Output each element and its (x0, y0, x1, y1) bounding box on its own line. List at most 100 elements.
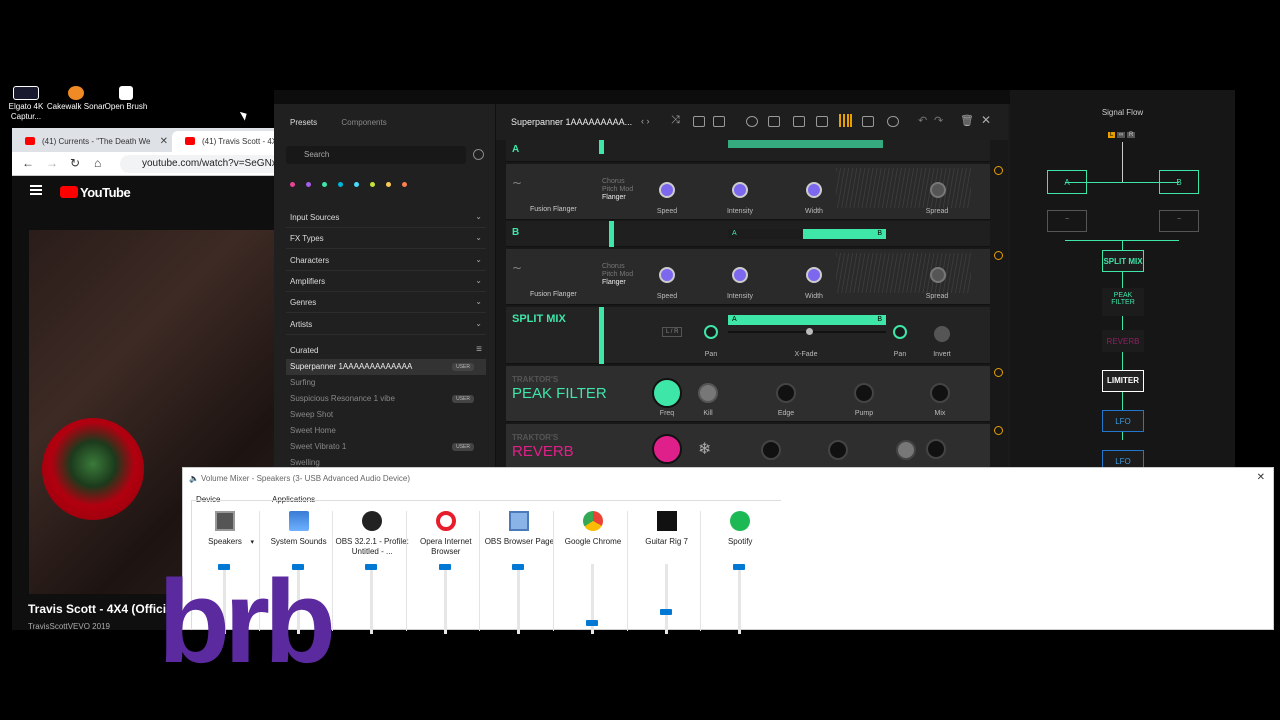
library-category-genres[interactable]: Genres ⌄ (286, 292, 486, 314)
slider-thumb[interactable] (512, 564, 525, 570)
edge-knob[interactable] (776, 383, 796, 403)
link-icon[interactable] (887, 116, 899, 127)
save-icon[interactable] (693, 116, 705, 127)
shuffle-icon[interactable]: ⤨ (671, 114, 680, 127)
flow-node-peak-filter[interactable]: PEAK FILTER (1102, 288, 1144, 316)
redo-icon[interactable]: ↷ (934, 114, 943, 127)
user-icon[interactable] (473, 149, 484, 160)
color-tag-dot[interactable] (306, 182, 311, 187)
reverb-main-knob[interactable] (652, 434, 682, 464)
reload-icon[interactable]: ↻ (70, 156, 80, 170)
library-category-artists[interactable]: Artists ⌄ (286, 314, 486, 335)
volume-slider[interactable] (659, 564, 672, 634)
snapshot-icon[interactable] (746, 116, 758, 127)
youtube-logo[interactable]: YouTube (60, 185, 131, 200)
desktop-icon-openbrush[interactable]: Open Brush (96, 86, 156, 112)
collapse-icon[interactable]: ✕ (981, 113, 991, 127)
lr-button[interactable]: L / R (662, 327, 683, 337)
slider-thumb[interactable] (586, 620, 598, 626)
power-icon[interactable] (994, 251, 1003, 260)
freq-knob[interactable] (652, 378, 682, 408)
preset-list-item[interactable]: Sweet Vibrato 1 USER (286, 439, 486, 455)
flow-node-a[interactable]: A (1047, 170, 1087, 194)
color-tag-dot[interactable] (354, 182, 359, 187)
volume-slider[interactable] (586, 564, 598, 634)
xfade-ab-bar[interactable]: A B (728, 315, 886, 325)
flow-node-flanger-b[interactable]: ~ (1159, 210, 1199, 232)
tape-icon[interactable] (768, 116, 780, 127)
preset-list-item[interactable]: Sweep Shot (286, 407, 486, 423)
freeze-icon[interactable]: ❄ (698, 439, 711, 459)
metronome-icon[interactable] (816, 116, 828, 127)
pan-b-knob[interactable] (893, 325, 907, 339)
url-input[interactable]: youtube.com/watch?v=SeGNxg (120, 155, 280, 173)
tab-components[interactable]: Components (341, 118, 386, 127)
preset-list-item[interactable]: Suspicious Resonance 1 vibe USER (286, 391, 486, 407)
slider-thumb[interactable] (733, 564, 746, 570)
volume-slider[interactable] (733, 564, 746, 634)
back-icon[interactable]: ← (22, 156, 34, 170)
slider-thumb[interactable] (659, 609, 672, 615)
close-icon[interactable]: ✕ (1257, 472, 1265, 483)
flanger-mode-option[interactable]: Flanger (602, 194, 626, 201)
library-category-amplifiers[interactable]: Amplifiers ⌄ (286, 271, 486, 292)
flanger-intensity-knob[interactable] (732, 182, 748, 198)
color-tag-dot[interactable] (338, 182, 343, 187)
flanger-mode-option[interactable]: Pitch Mod (602, 271, 633, 278)
library-category-input-sources[interactable]: Input Sources ⌄ (286, 207, 486, 228)
preset-list-item[interactable]: Superpanner 1AAAAAAAAAAAAA USER (286, 359, 486, 375)
spread-knob[interactable] (930, 182, 946, 198)
current-preset-name[interactable]: Superpanner 1AAAAAAAAA... (511, 117, 632, 127)
search-input[interactable]: Search (286, 146, 466, 164)
pan-a-knob[interactable] (704, 325, 718, 339)
tab-close-icon[interactable]: ✕ (160, 136, 168, 147)
color-tag-dot[interactable] (386, 182, 391, 187)
flanger-width-knob[interactable] (806, 182, 822, 198)
preset-list-item[interactable]: Surfing (286, 375, 486, 391)
tape-deck-icon[interactable] (862, 116, 874, 127)
flow-node-lfo-1[interactable]: LFO (1102, 410, 1144, 432)
flanger-mode-option[interactable]: Chorus (602, 263, 625, 270)
chrome-tab-currents[interactable]: (41) Currents - "The Death We ✕ (12, 131, 172, 152)
preset-list-item[interactable]: Sweet Home (286, 423, 486, 439)
flow-node-reverb[interactable]: REVERB (1102, 330, 1144, 352)
reverb-knob-4[interactable] (896, 440, 916, 460)
flanger-width-knob[interactable] (806, 267, 822, 283)
pump-knob[interactable] (854, 383, 874, 403)
kill-button[interactable] (698, 383, 718, 403)
volume-slider[interactable] (438, 564, 451, 634)
undo-icon[interactable]: ↶ (918, 114, 927, 127)
xfade-thumb[interactable] (806, 328, 813, 335)
tuner-icon[interactable] (793, 116, 805, 127)
split-b-bar[interactable]: A B (728, 229, 886, 239)
spread-knob[interactable] (930, 267, 946, 283)
preset-nav-icon[interactable]: ‹ › (641, 116, 650, 126)
flanger-preset-name[interactable]: Fusion Flanger (530, 206, 577, 213)
color-tag-dot[interactable] (402, 182, 407, 187)
dropdown-arrow-icon[interactable]: ▾ (250, 538, 254, 548)
list-icon[interactable]: ≡ (476, 344, 482, 355)
flanger-mode-option[interactable]: Flanger (602, 279, 626, 286)
volume-slider[interactable] (512, 564, 525, 634)
reverb-knob-2[interactable] (761, 440, 781, 460)
flow-node-limiter[interactable]: LIMITER (1102, 370, 1144, 392)
flow-node-b[interactable]: B (1159, 170, 1199, 194)
lr-selector[interactable]: L ∞ R (1108, 132, 1136, 138)
flanger-preset-name[interactable]: Fusion Flanger (530, 291, 577, 298)
power-icon[interactable] (994, 426, 1003, 435)
flow-node-split-mix[interactable]: SPLIT MIX (1102, 250, 1144, 272)
trash-icon[interactable]: 🗑 (960, 114, 974, 127)
flanger-speed-knob[interactable] (659, 267, 675, 283)
save-as-icon[interactable] (713, 116, 725, 127)
mix-knob[interactable] (930, 383, 950, 403)
forward-icon[interactable]: → (46, 156, 58, 170)
slider-thumb[interactable] (365, 564, 378, 570)
tab-presets[interactable]: Presets (290, 118, 317, 127)
color-tag-dot[interactable] (322, 182, 327, 187)
color-tag-dot[interactable] (290, 182, 295, 187)
chrome-tab-travis[interactable]: (41) Travis Scott - 4X4 (172, 131, 280, 152)
flanger-speed-knob[interactable] (659, 182, 675, 198)
flanger-mode-option[interactable]: Pitch Mod (602, 186, 633, 193)
slider-thumb[interactable] (438, 564, 451, 570)
flanger-intensity-knob[interactable] (732, 267, 748, 283)
